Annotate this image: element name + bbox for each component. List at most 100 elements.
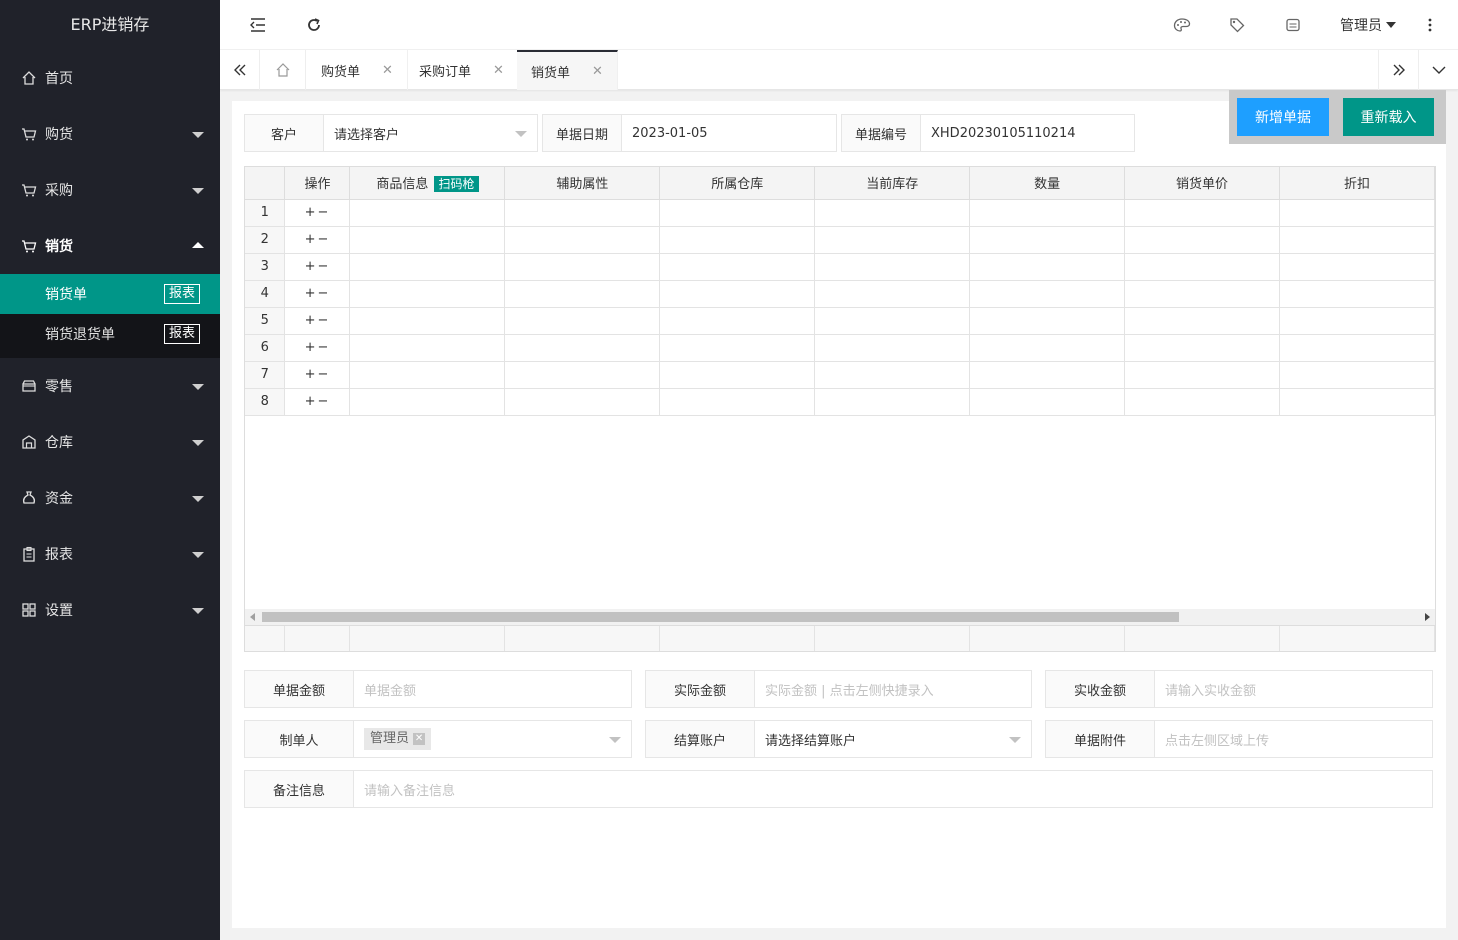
attachment-upload-button[interactable]: 单据附件 — [1046, 721, 1155, 757]
table-cell[interactable] — [349, 388, 506, 416]
actual-amount-field[interactable]: 实际金额 实际金额 | 点击左侧快捷录入 — [645, 670, 1032, 708]
table-cell[interactable] — [969, 280, 1126, 308]
close-icon[interactable]: ✕ — [382, 63, 393, 78]
sidebar-item-sales[interactable]: 销货 — [0, 218, 220, 274]
note-icon[interactable] — [1279, 0, 1307, 50]
table-cell[interactable] — [969, 226, 1126, 254]
table-cell[interactable] — [969, 307, 1126, 335]
table-cell[interactable] — [1124, 334, 1280, 362]
date-input[interactable]: 2023-01-05 — [622, 115, 836, 151]
attachment-input[interactable]: 点击左侧区域上传 — [1155, 721, 1432, 757]
sidebar-item-sales-order[interactable]: 销货单 报表 — [0, 274, 220, 314]
collapse-menu-icon[interactable] — [244, 0, 272, 50]
table-cell[interactable] — [969, 199, 1126, 227]
note-field[interactable]: 备注信息 请输入备注信息 — [244, 770, 1433, 808]
sidebar-item-home[interactable]: 首页 — [0, 50, 220, 106]
tag-icon[interactable] — [1223, 0, 1251, 50]
table-cell[interactable] — [1124, 253, 1280, 281]
table-cell[interactable] — [1124, 388, 1280, 416]
customer-select[interactable]: 客户 请选择客户 — [244, 114, 538, 152]
table-cell[interactable] — [504, 280, 661, 308]
row-add-remove-buttons[interactable]: +− — [284, 361, 351, 389]
table-cell[interactable] — [659, 253, 816, 281]
scrollbar-thumb[interactable] — [262, 612, 1179, 622]
table-cell[interactable] — [504, 307, 661, 335]
table-cell[interactable] — [814, 280, 971, 308]
scroll-right-arrow[interactable] — [1425, 613, 1430, 621]
table-cell[interactable] — [659, 280, 816, 308]
row-add-remove-buttons[interactable]: +− — [284, 226, 351, 254]
tabs-scroll-right-icon[interactable] — [1378, 50, 1418, 90]
table-row[interactable]: 1 +− — [245, 199, 1435, 227]
table-cell[interactable] — [349, 226, 506, 254]
user-menu[interactable]: 管理员 — [1332, 0, 1404, 50]
tab-purchase-bill[interactable]: 购货单 ✕ — [307, 50, 408, 90]
sidebar-item-settings[interactable]: 设置 — [0, 582, 220, 638]
actual-amount-input[interactable]: 实际金额 | 点击左侧快捷录入 — [755, 671, 1031, 707]
table-cell[interactable] — [814, 199, 971, 227]
maker-select-value[interactable]: 管理员 ✕ — [354, 721, 631, 757]
horizontal-scrollbar[interactable] — [245, 609, 1435, 625]
close-icon[interactable]: ✕ — [592, 64, 603, 79]
table-cell[interactable] — [969, 361, 1126, 389]
tab-purchase-order[interactable]: 采购订单 ✕ — [405, 50, 519, 90]
table-cell[interactable] — [814, 388, 971, 416]
table-cell[interactable] — [504, 388, 661, 416]
table-cell[interactable] — [1279, 280, 1435, 308]
table-cell[interactable] — [1124, 280, 1280, 308]
received-amount-field[interactable]: 实收金额 请输入实收金额 — [1045, 670, 1433, 708]
bill-amount-input[interactable]: 单据金额 — [354, 671, 631, 707]
tab-sales-bill[interactable]: 销货单 ✕ — [517, 50, 618, 90]
table-cell[interactable] — [814, 334, 971, 362]
table-cell[interactable] — [1279, 334, 1435, 362]
table-cell[interactable] — [1124, 361, 1280, 389]
report-badge[interactable]: 报表 — [163, 284, 200, 304]
table-cell[interactable] — [659, 361, 816, 389]
row-add-remove-buttons[interactable]: +− — [284, 334, 351, 362]
table-cell[interactable] — [1124, 307, 1280, 335]
bill-amount-field[interactable]: 单据金额 单据金额 — [244, 670, 632, 708]
table-cell[interactable] — [1279, 199, 1435, 227]
table-cell[interactable] — [349, 253, 506, 281]
row-add-remove-buttons[interactable]: +− — [284, 199, 351, 227]
table-cell[interactable] — [969, 334, 1126, 362]
sidebar-item-warehouse[interactable]: 仓库 — [0, 414, 220, 470]
table-row[interactable]: 5 +− — [245, 307, 1435, 335]
close-icon[interactable]: ✕ — [493, 63, 504, 78]
sidebar-item-procurement[interactable]: 采购 — [0, 162, 220, 218]
table-cell[interactable] — [1279, 307, 1435, 335]
row-add-remove-buttons[interactable]: +− — [284, 280, 351, 308]
tab-home[interactable] — [260, 50, 306, 90]
table-row[interactable]: 6 +− — [245, 334, 1435, 362]
table-cell[interactable] — [659, 334, 816, 362]
bill-number-input[interactable]: XHD20230105110214 — [921, 115, 1134, 151]
sidebar-item-retail[interactable]: 零售 — [0, 358, 220, 414]
table-cell[interactable] — [504, 253, 661, 281]
received-amount-input[interactable]: 请输入实收金额 — [1155, 671, 1432, 707]
sidebar-item-sales-return[interactable]: 销货退货单 报表 — [0, 314, 220, 354]
table-cell[interactable] — [504, 361, 661, 389]
table-cell[interactable] — [349, 334, 506, 362]
sidebar-item-funds[interactable]: 资金 — [0, 470, 220, 526]
table-cell[interactable] — [349, 199, 506, 227]
theme-palette-icon[interactable] — [1168, 0, 1196, 50]
scanner-button[interactable]: 扫码枪 — [434, 176, 479, 193]
tabs-scroll-left-icon[interactable] — [220, 50, 260, 90]
table-cell[interactable] — [814, 307, 971, 335]
table-row[interactable]: 3 +− — [245, 253, 1435, 281]
customer-select-value[interactable]: 请选择客户 — [324, 115, 537, 151]
row-add-remove-buttons[interactable]: +− — [284, 307, 351, 335]
table-cell[interactable] — [1124, 199, 1280, 227]
table-cell[interactable] — [659, 307, 816, 335]
row-add-remove-buttons[interactable]: +− — [284, 253, 351, 281]
table-cell[interactable] — [814, 361, 971, 389]
note-input[interactable]: 请输入备注信息 — [354, 771, 1432, 807]
sidebar-item-purchase[interactable]: 购货 — [0, 106, 220, 162]
account-select-value[interactable]: 请选择结算账户 — [755, 721, 1031, 757]
table-cell[interactable] — [349, 307, 506, 335]
row-add-remove-buttons[interactable]: +− — [284, 388, 351, 416]
table-row[interactable]: 7 +− — [245, 361, 1435, 389]
table-cell[interactable] — [1279, 361, 1435, 389]
tabs-dropdown-icon[interactable] — [1418, 50, 1458, 90]
table-row[interactable]: 8 +− — [245, 388, 1435, 416]
